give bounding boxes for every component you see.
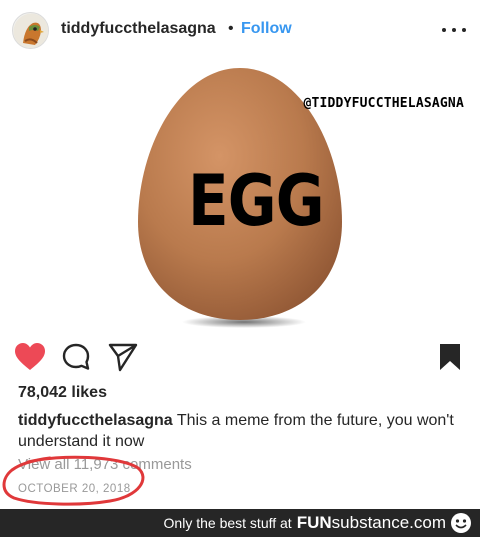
paper-plane-icon[interactable] [108, 342, 138, 372]
post-image[interactable]: @TIDDYFUCCTHELASAGNA EGG [0, 62, 480, 330]
more-options-icon[interactable] [440, 16, 468, 44]
image-watermark: @TIDDYFUCCTHELASAGNA [303, 96, 464, 111]
post-username[interactable]: tiddyfuccthelasagna [61, 20, 216, 38]
funsubstance-logo-icon [451, 513, 471, 533]
likes-count[interactable]: 78,042 likes [18, 384, 107, 402]
footer-brand[interactable]: FUNsubstance.com [297, 513, 446, 533]
egg-label: EGG [188, 160, 325, 242]
post-date: OCTOBER 20, 2018 [18, 483, 131, 495]
footer-brand-rest: substance [331, 513, 410, 532]
comment-icon[interactable] [62, 342, 92, 372]
view-comments-link[interactable]: View all 11,973 comments [18, 456, 192, 473]
caption-username[interactable]: tiddyfuccthelasagna [18, 412, 173, 429]
profile-avatar-icon[interactable] [12, 12, 49, 49]
heart-icon[interactable] [14, 342, 45, 372]
footer-tagline: Only the best stuff at [163, 515, 292, 531]
post-header: tiddyfuccthelasagna • Follow [0, 0, 480, 62]
follow-button[interactable]: Follow [241, 20, 292, 38]
footer-brand-suffix: .com [409, 513, 446, 532]
footer-brand-bold: FUN [296, 513, 332, 532]
action-bar [0, 338, 480, 378]
caption: tiddyfuccthelasagna This a meme from the… [18, 410, 458, 452]
separator-dot: • [228, 20, 234, 37]
site-footer: Only the best stuff at FUNsubstance.com [0, 509, 480, 537]
bookmark-icon[interactable] [438, 342, 468, 372]
